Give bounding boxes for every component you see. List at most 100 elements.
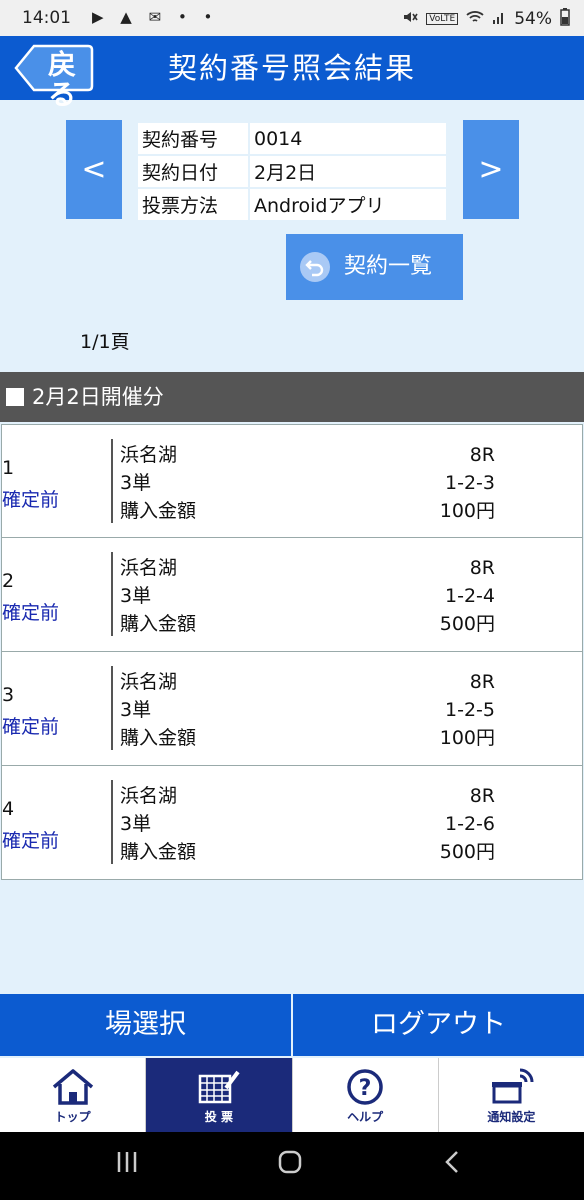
home-nav-icon[interactable] <box>278 1150 302 1181</box>
bet-race: 8R <box>469 785 495 807</box>
battery-percent: 54% <box>514 9 552 29</box>
bet-amount-line: 購入金額 100円 <box>120 724 495 752</box>
tab-betting[interactable]: 投 票 <box>146 1058 293 1132</box>
row-divider <box>111 780 113 864</box>
bet-row: 3 確定前 浜名湖 8R 3単 1-2-5 購入金額 100円 <box>1 652 583 766</box>
bet-amount-line: 購入金額 500円 <box>120 610 495 638</box>
bet-combination: 1-2-3 <box>445 472 495 494</box>
svg-text:?: ? <box>359 1076 372 1101</box>
bet-venue: 浜名湖 <box>120 785 178 807</box>
bet-number: 1 <box>2 457 15 479</box>
bet-amount: 100円 <box>439 500 495 522</box>
bet-type: 3単 <box>120 699 152 721</box>
bet-number: 3 <box>2 684 15 706</box>
bet-venue-line: 浜名湖 8R <box>120 441 495 469</box>
bet-type: 3単 <box>120 585 152 607</box>
venue-select-button[interactable]: 場選択 <box>0 994 291 1056</box>
bet-venue: 浜名湖 <box>120 557 178 579</box>
bet-row: 2 確定前 浜名湖 8R 3単 1-2-4 購入金額 500円 <box>1 538 583 652</box>
row-divider <box>111 552 113 636</box>
bet-status: 確定前 <box>2 602 60 624</box>
page-indicator: 1/1頁 <box>80 331 130 353</box>
voting-method-label: 投票方法 <box>136 187 250 222</box>
bet-combination: 1-2-5 <box>445 699 495 721</box>
bet-status: 確定前 <box>2 489 60 511</box>
betting-slip-icon <box>196 1068 242 1110</box>
bet-amount-label: 購入金額 <box>120 841 197 863</box>
bet-type-line: 3単 1-2-3 <box>120 469 495 497</box>
notification-settings-icon <box>488 1068 534 1110</box>
home-icon <box>50 1068 96 1110</box>
tab-notification-settings[interactable]: 通知設定 <box>439 1058 584 1132</box>
session-date-label: 2月2日開催分 <box>32 385 164 409</box>
help-icon: ? <box>342 1068 388 1110</box>
bet-race: 8R <box>469 671 495 693</box>
bet-venue-line: 浜名湖 8R <box>120 554 495 582</box>
status-bar: 14:01 ▶ ▲ ✉ • • VoLTE 54% <box>0 0 584 36</box>
bet-amount-line: 購入金額 100円 <box>120 497 495 525</box>
voting-method-value: Androidアプリ <box>248 187 448 222</box>
tab-bar: トップ 投 票 ? ヘルプ 通知設定 <box>0 1058 584 1132</box>
recent-apps-icon[interactable] <box>116 1150 138 1181</box>
bet-type-line: 3単 1-2-6 <box>120 810 495 838</box>
signal-icon <box>492 9 506 29</box>
return-arrow-icon <box>300 252 330 282</box>
status-time: 14:01 <box>22 8 71 28</box>
square-bullet-icon <box>6 388 24 406</box>
bet-row: 1 確定前 浜名湖 8R 3単 1-2-3 購入金額 100円 <box>1 424 583 538</box>
row-divider <box>111 439 113 523</box>
contract-date-value: 2月2日 <box>248 154 448 189</box>
tab-label: トップ <box>54 1110 91 1124</box>
bet-venue: 浜名湖 <box>120 671 178 693</box>
bet-amount-line: 購入金額 500円 <box>120 838 495 866</box>
bet-amount-label: 購入金額 <box>120 500 197 522</box>
bet-status: 確定前 <box>2 716 60 738</box>
bet-type: 3単 <box>120 472 152 494</box>
bet-combination: 1-2-6 <box>445 813 495 835</box>
back-nav-icon[interactable] <box>444 1150 460 1181</box>
system-nav-bar <box>0 1132 584 1200</box>
logout-button[interactable]: ログアウト <box>293 994 584 1056</box>
prev-contract-button[interactable]: < <box>66 120 122 219</box>
app-header: 契約番号照会結果 戻る <box>0 36 584 110</box>
contract-list-label: 契約一覧 <box>344 254 433 279</box>
back-button[interactable]: 戻る <box>14 44 94 110</box>
contract-row: 契約日付 2月2日 <box>136 154 448 189</box>
bet-number: 2 <box>2 570 15 592</box>
bet-race: 8R <box>469 557 495 579</box>
bet-type-line: 3単 1-2-4 <box>120 582 495 610</box>
back-button-label: 戻る <box>48 48 77 111</box>
next-contract-button[interactable]: > <box>463 120 519 219</box>
tab-top[interactable]: トップ <box>0 1058 147 1132</box>
tab-help[interactable]: ? ヘルプ <box>293 1058 439 1132</box>
bet-amount-label: 購入金額 <box>120 727 197 749</box>
bet-venue: 浜名湖 <box>120 444 178 466</box>
tab-label: ヘルプ <box>347 1110 384 1124</box>
bet-type-line: 3単 1-2-5 <box>120 696 495 724</box>
bet-amount-label: 購入金額 <box>120 613 197 635</box>
row-divider <box>111 666 113 750</box>
volte-label: VoLTE <box>426 13 459 25</box>
wifi-icon <box>466 9 484 29</box>
bet-venue-line: 浜名湖 8R <box>120 782 495 810</box>
bet-type: 3単 <box>120 813 152 835</box>
contract-row: 投票方法 Androidアプリ <box>136 187 448 222</box>
bet-number: 4 <box>2 798 15 820</box>
notification-icons: ▶ ▲ ✉ • • <box>92 8 219 26</box>
session-date-bar: 2月2日開催分 <box>0 372 584 422</box>
contract-row: 契約番号 0014 <box>136 121 448 156</box>
bet-status: 確定前 <box>2 830 60 852</box>
contract-number-label: 契約番号 <box>136 121 250 156</box>
mute-icon <box>402 9 418 29</box>
bet-amount: 500円 <box>439 613 495 635</box>
bet-combination: 1-2-4 <box>445 585 495 607</box>
tab-label: 通知設定 <box>487 1110 536 1124</box>
bet-amount: 500円 <box>439 841 495 863</box>
bet-amount: 100円 <box>439 727 495 749</box>
contract-info-table: 契約番号 0014 契約日付 2月2日 投票方法 Androidアプリ <box>136 121 448 222</box>
contract-number-value: 0014 <box>248 121 448 156</box>
contract-list-button[interactable]: 契約一覧 <box>286 234 463 300</box>
contract-date-label: 契約日付 <box>136 154 250 189</box>
tab-label: 投 票 <box>204 1110 233 1124</box>
bet-venue-line: 浜名湖 8R <box>120 668 495 696</box>
